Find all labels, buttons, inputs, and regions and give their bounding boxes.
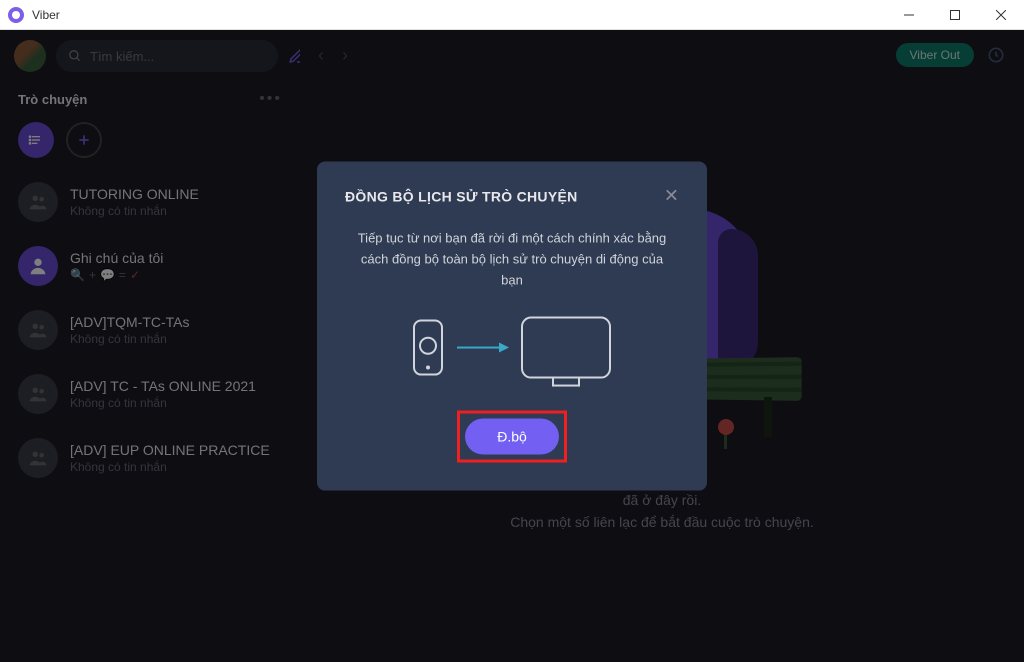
modal-body: Tiếp tục từ nơi bạn đã rời đi một cách c… <box>345 229 679 291</box>
viber-out-button[interactable]: Viber Out <box>896 43 974 67</box>
notes-avatar-icon <box>18 246 58 286</box>
sync-history-modal: ĐỒNG BỘ LỊCH SỬ TRÒ CHUYỆN ✕ Tiếp tục từ… <box>317 162 707 491</box>
user-avatar[interactable] <box>14 40 46 72</box>
sidebar: Trò chuyện ••• TUTORING ONLINE Không có … <box>0 30 300 662</box>
notifications-icon[interactable] <box>986 45 1006 65</box>
sync-button[interactable]: Đ.bộ <box>465 419 559 455</box>
list-icon <box>28 132 44 148</box>
chat-name: TUTORING ONLINE <box>70 186 282 202</box>
check-icon: ✓ <box>130 268 140 282</box>
app-icon <box>8 7 24 23</box>
group-avatar-icon <box>18 374 58 414</box>
nav-forward-button[interactable]: › <box>342 45 348 66</box>
modal-close-button[interactable]: ✕ <box>664 186 679 207</box>
bubble-yellow-icon: 🔍 <box>70 268 85 282</box>
empty-line2: Chọn một số liên lạc để bắt đầu cuộc trò… <box>510 511 814 533</box>
search-input[interactable] <box>90 49 266 64</box>
modal-illustration <box>345 317 679 379</box>
minimize-button[interactable] <box>886 0 932 30</box>
plus-icon <box>76 132 92 148</box>
search-icon <box>68 49 82 63</box>
nav-back-button[interactable]: ‹ <box>318 45 324 66</box>
chat-subtitle: Không có tin nhắn <box>70 396 282 410</box>
monitor-icon <box>521 317 611 379</box>
group-avatar-icon <box>18 438 58 478</box>
chat-subtitle: Không có tin nhắn <box>70 204 282 218</box>
chat-item[interactable]: TUTORING ONLINE Không có tin nhắn <box>0 170 300 234</box>
nav-arrows: ‹ › <box>318 45 348 66</box>
chat-name: [ADV] TC - TAs ONLINE 2021 <box>70 378 282 394</box>
group-avatar-icon <box>18 310 58 350</box>
chat-name: Ghi chú của tôi <box>70 250 282 266</box>
filter-all-button[interactable] <box>18 122 54 158</box>
maximize-button[interactable] <box>932 0 978 30</box>
chat-name: [ADV] EUP ONLINE PRACTICE <box>70 442 282 458</box>
chat-item[interactable]: [ADV] TC - TAs ONLINE 2021 Không có tin … <box>0 362 300 426</box>
bubble-dark-icon: 💬 <box>100 268 115 282</box>
empty-line1: đã ở đây rồi. <box>510 489 814 511</box>
chat-item[interactable]: Ghi chú của tôi 🔍 + 💬 = ✓ <box>0 234 300 298</box>
close-button[interactable] <box>978 0 1024 30</box>
more-button[interactable]: ••• <box>259 90 282 108</box>
window-title: Viber <box>32 8 886 22</box>
chat-subtitle: Không có tin nhắn <box>70 460 282 474</box>
arrow-right-icon <box>457 347 507 349</box>
add-button[interactable] <box>66 122 102 158</box>
modal-title: ĐỒNG BỘ LỊCH SỬ TRÒ CHUYỆN <box>345 188 578 204</box>
chat-subtitle: Không có tin nhắn <box>70 332 282 346</box>
section-title: Trò chuyện <box>18 92 87 107</box>
chat-name: [ADV]TQM-TC-TAs <box>70 314 282 330</box>
search-box[interactable] <box>56 40 278 72</box>
group-avatar-icon <box>18 182 58 222</box>
window-controls <box>886 0 1024 30</box>
chat-item[interactable]: [ADV]TQM-TC-TAs Không có tin nhắn <box>0 298 300 362</box>
chat-item[interactable]: [ADV] EUP ONLINE PRACTICE Không có tin n… <box>0 426 300 490</box>
highlight-box: Đ.bộ <box>457 411 567 463</box>
chat-subtitle: 🔍 + 💬 = ✓ <box>70 268 282 282</box>
window-titlebar: Viber <box>0 0 1024 30</box>
phone-icon <box>413 320 443 376</box>
empty-state-text: đã ở đây rồi. Chọn một số liên lạc để bắ… <box>510 489 814 534</box>
chat-list: TUTORING ONLINE Không có tin nhắn Ghi ch… <box>0 170 300 662</box>
